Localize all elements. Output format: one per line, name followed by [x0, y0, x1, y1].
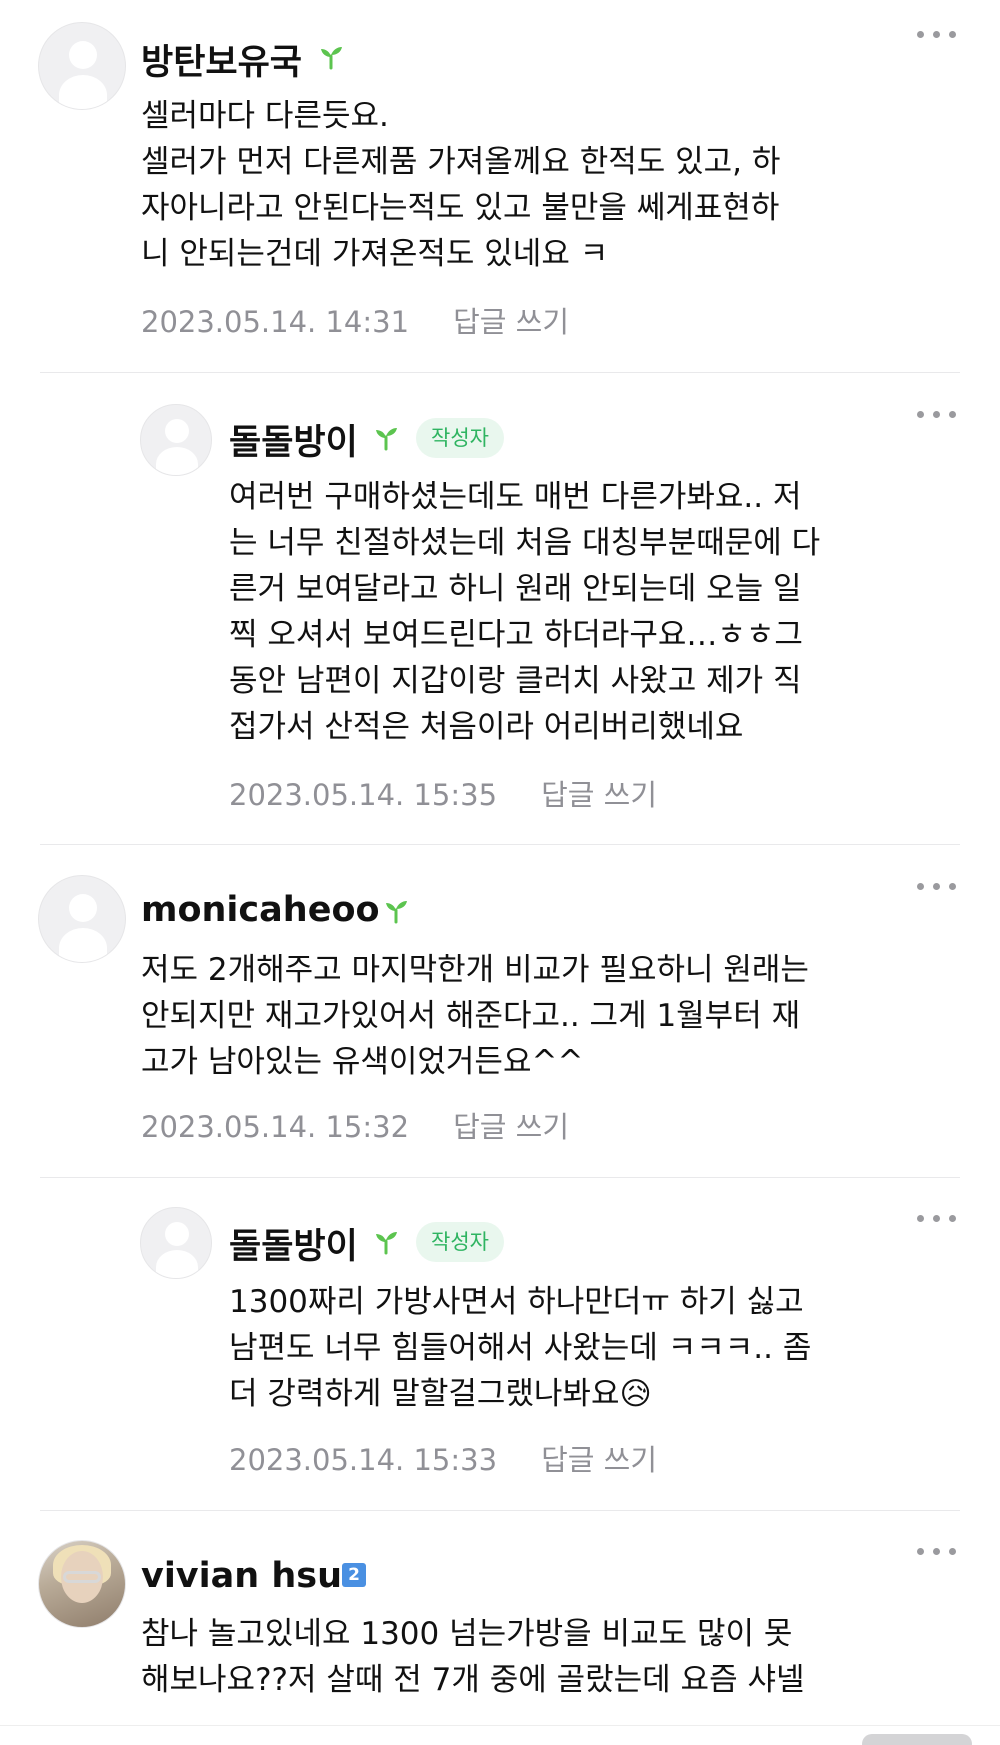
more-dots-icon[interactable]	[917, 28, 957, 40]
divider	[40, 1177, 960, 1178]
comment-text-line: 동안 남편이 지갑이랑 클러치 사왔고 제가 직	[229, 663, 802, 699]
more-dots-icon[interactable]	[917, 880, 957, 892]
comment-text-line: 더 강력하게 말할걸그랬나봐요😥	[229, 1376, 652, 1412]
divider	[40, 1510, 960, 1511]
more-dots-icon[interactable]	[917, 408, 957, 420]
comment-date: 2023.05.14. 15:33	[229, 1443, 498, 1477]
sprout-icon	[321, 47, 342, 70]
comment-text-line: 른거 보여달라고 하니 원래 안되는데 오늘 일	[229, 571, 802, 607]
comment-text-line: 니 안되는건데 가져온적도 있네요 ㅋ	[141, 236, 609, 272]
comment-date: 2023.05.14. 14:31	[141, 305, 410, 339]
more-dots-icon[interactable]	[917, 1545, 957, 1557]
comment-nickname[interactable]: monicaheoo	[141, 890, 380, 930]
sprout-icon	[386, 901, 407, 924]
comment-text-line: 접가서 산적은 처음이라 어리버리했네요	[229, 709, 744, 745]
avatar[interactable]	[38, 875, 126, 963]
comment-text-line: 셀러마다 다른듯요.	[141, 98, 389, 134]
avatar[interactable]	[140, 1207, 212, 1279]
avatar[interactable]	[38, 1540, 126, 1628]
comment-date: 2023.05.14. 15:35	[229, 778, 498, 812]
comment-nickname[interactable]: 돌돌방이	[229, 414, 358, 465]
author-badge: 작성자	[416, 418, 504, 458]
comment-text-line: 자아니라고 안된다는적도 있고 불만을 쎄게표현하	[141, 190, 780, 226]
comment-text-line: 남편도 너무 힘들어해서 사왔는데 ㅋㅋㅋ.. 좀	[229, 1330, 812, 1366]
comment-text-line: 셀러가 먼저 다른제품 가져올께요 한적도 있고, 하	[141, 144, 781, 180]
comment-date: 2023.05.14. 15:32	[141, 1110, 410, 1144]
comment-text-line: 안되지만 재고가있어서 해준다고.. 그게 1월부터 재	[141, 998, 801, 1034]
comment-meta: 2023.05.14. 15:32 답글 쓰기	[141, 1104, 569, 1146]
comment-meta: 2023.05.14. 15:35 답글 쓰기	[229, 772, 657, 814]
comment-text-line: 참나 놀고있네요 1300 넘는가방을 비교도 많이 못	[141, 1616, 793, 1652]
reply-button[interactable]: 답글 쓰기	[541, 778, 657, 812]
avatar[interactable]	[140, 404, 212, 476]
comment-text-line: 찍 오셔서 보여드린다고 하더라구요…ㅎㅎ그	[229, 617, 803, 653]
author-badge: 작성자	[416, 1222, 504, 1262]
bottom-toolbar-edge	[0, 1725, 1000, 1726]
sprout-icon	[376, 1232, 397, 1255]
comment-text-line: 저도 2개해주고 마지막한개 비교가 필요하니 원래는	[141, 952, 809, 988]
comment-text-line: 고가 남아있는 유색이었거든요^^	[141, 1044, 584, 1080]
avatar[interactable]	[38, 22, 126, 110]
divider	[40, 372, 960, 373]
more-dots-icon[interactable]	[917, 1212, 957, 1224]
reply-button[interactable]: 답글 쓰기	[453, 1110, 569, 1144]
reply-button[interactable]: 답글 쓰기	[453, 305, 569, 339]
comment-text-line: 여러번 구매하셨는데도 매번 다른가봐요.. 저	[229, 479, 802, 515]
sprout-icon	[376, 428, 397, 451]
divider	[40, 844, 960, 845]
comment-nickname[interactable]: 돌돌방이	[229, 1218, 358, 1269]
scroll-handle[interactable]	[862, 1734, 972, 1745]
comment-meta: 2023.05.14. 15:33 답글 쓰기	[229, 1437, 657, 1479]
comment-meta: 2023.05.14. 14:31 답글 쓰기	[141, 299, 569, 341]
comment-nickname[interactable]: vivian hsu	[141, 1556, 342, 1596]
comment-text-line: 1300짜리 가방사면서 하나만더ㅠ 하기 싫고	[229, 1284, 804, 1320]
comment-nickname[interactable]: 방탄보유국	[141, 34, 302, 85]
comment-text-line: 는 너무 친절하셨는데 처음 대칭부분때문에 다	[229, 525, 821, 561]
comment-text-line: 해보나요??저 살때 전 7개 중에 골랐는데 요즘 샤넬	[141, 1662, 805, 1698]
level-badge-icon: 2	[342, 1563, 366, 1587]
reply-button[interactable]: 답글 쓰기	[541, 1443, 657, 1477]
